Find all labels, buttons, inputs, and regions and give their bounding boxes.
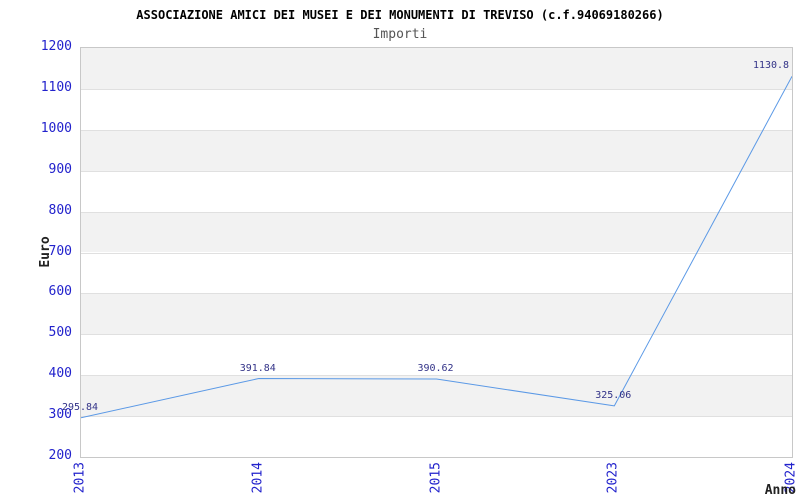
x-tick-label: 2023	[607, 462, 620, 493]
point-label: 325.06	[595, 390, 631, 401]
y-tick-label: 200	[0, 448, 72, 464]
y-tick-label: 800	[0, 203, 72, 219]
y-tick-label: 1200	[0, 39, 72, 55]
y-tick-label: 1000	[0, 121, 72, 137]
x-tick-label: 2014	[251, 462, 264, 493]
line-series	[81, 48, 792, 457]
y-tick-label: 1100	[0, 80, 72, 96]
y-tick-label: 900	[0, 162, 72, 178]
point-label: 391.84	[240, 363, 276, 374]
chart-subtitle: Importi	[0, 27, 800, 42]
y-axis-title: Euro	[38, 236, 53, 267]
chart-title: ASSOCIAZIONE AMICI DEI MUSEI E DEI MONUM…	[0, 8, 800, 22]
y-tick-label: 400	[0, 366, 72, 382]
y-tick-label: 500	[0, 325, 72, 341]
point-label: 1130.8	[753, 60, 789, 71]
x-tick-label: 2015	[429, 462, 442, 493]
y-tick-label: 700	[0, 244, 72, 260]
point-label: 295.84	[62, 402, 98, 413]
plot-area	[80, 47, 793, 458]
y-tick-label: 600	[0, 284, 72, 300]
point-label: 390.62	[417, 363, 453, 374]
x-axis-title: Anno	[765, 483, 796, 498]
x-tick-label: 2013	[74, 462, 87, 493]
chart-canvas: ASSOCIAZIONE AMICI DEI MUSEI E DEI MONUM…	[0, 0, 800, 500]
